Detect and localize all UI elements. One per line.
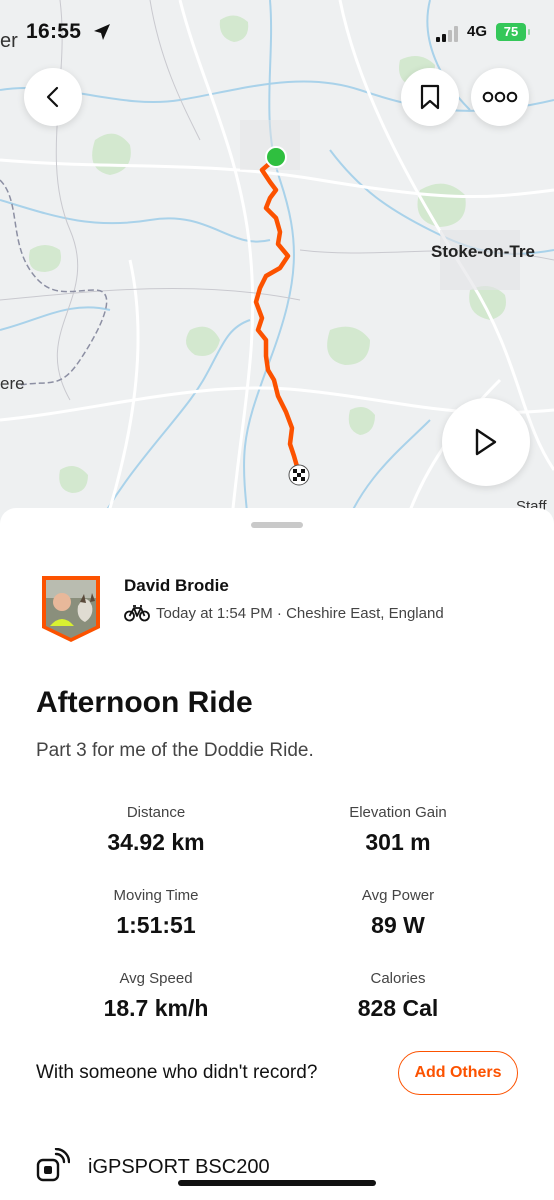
start-marker [265,146,287,168]
save-route-button[interactable] [401,68,459,126]
activity-sheet: David Brodie Today at 1:54 PM · Cheshire… [0,508,554,1200]
cellular-signal-icon [436,26,458,42]
sheet-drag-handle[interactable] [251,522,303,528]
activity-meta: Today at 1:54 PM · Cheshire East, Englan… [124,604,444,622]
stat-value: 89 W [371,912,425,938]
stat-avg-power: Avg Power 89 W [278,887,518,939]
stat-value: 828 Cal [357,995,439,1021]
network-type: 4G [467,23,488,40]
more-dots-icon [482,91,518,103]
status-bar: er 16:55 4G 75 [0,0,554,64]
stat-distance: Distance 34.92 km [36,804,276,856]
finish-marker [288,464,310,486]
back-button[interactable] [24,68,82,126]
status-time: 16:55 [26,20,82,43]
stat-value: 34.92 km [107,829,205,855]
athlete-name[interactable]: David Brodie [124,576,229,596]
stat-avg-speed: Avg Speed 18.7 km/h [36,970,276,1022]
battery-indicator: 75 [496,23,530,41]
device-sensor-icon [36,1148,70,1182]
stat-label: Moving Time [113,887,199,904]
more-options-button[interactable] [471,68,529,126]
stat-moving-time: Moving Time 1:51:51 [36,887,276,939]
bookmark-icon [420,84,440,110]
athlete-avatar[interactable] [42,576,100,642]
stat-label: Distance [126,804,186,821]
stat-label: Calories [370,970,426,987]
play-icon [475,428,497,456]
device-name[interactable]: iGPSPORT BSC200 [88,1156,270,1179]
stat-calories: Calories 828 Cal [278,970,518,1022]
location-arrow-icon [94,24,110,40]
stat-elevation-gain: Elevation Gain 301 m [278,804,518,856]
chevron-left-icon [46,86,59,108]
route-line [253,155,301,473]
stat-value: 301 m [365,829,431,855]
activity-title: Afternoon Ride [36,686,253,719]
play-flyover-button[interactable] [442,398,530,486]
stat-label: Elevation Gain [349,804,447,821]
with-others-prompt: With someone who didn't record? [36,1062,318,1083]
place-label-left: ere [0,374,25,393]
status-left-edge-text: er [0,30,18,52]
home-indicator[interactable] [178,1180,376,1186]
stat-label: Avg Speed [119,970,193,987]
stat-value: 18.7 km/h [103,995,209,1021]
add-others-button[interactable]: Add Others [398,1051,518,1095]
place-label-stoke: Stoke-on-Tre [431,242,535,261]
activity-meta-text: Today at 1:54 PM · Cheshire East, Englan… [156,604,444,622]
bike-icon [124,605,150,622]
activity-description: Part 3 for me of the Doddie Ride. [36,740,314,761]
stat-value: 1:51:51 [116,912,196,938]
stat-label: Avg Power [361,887,435,904]
